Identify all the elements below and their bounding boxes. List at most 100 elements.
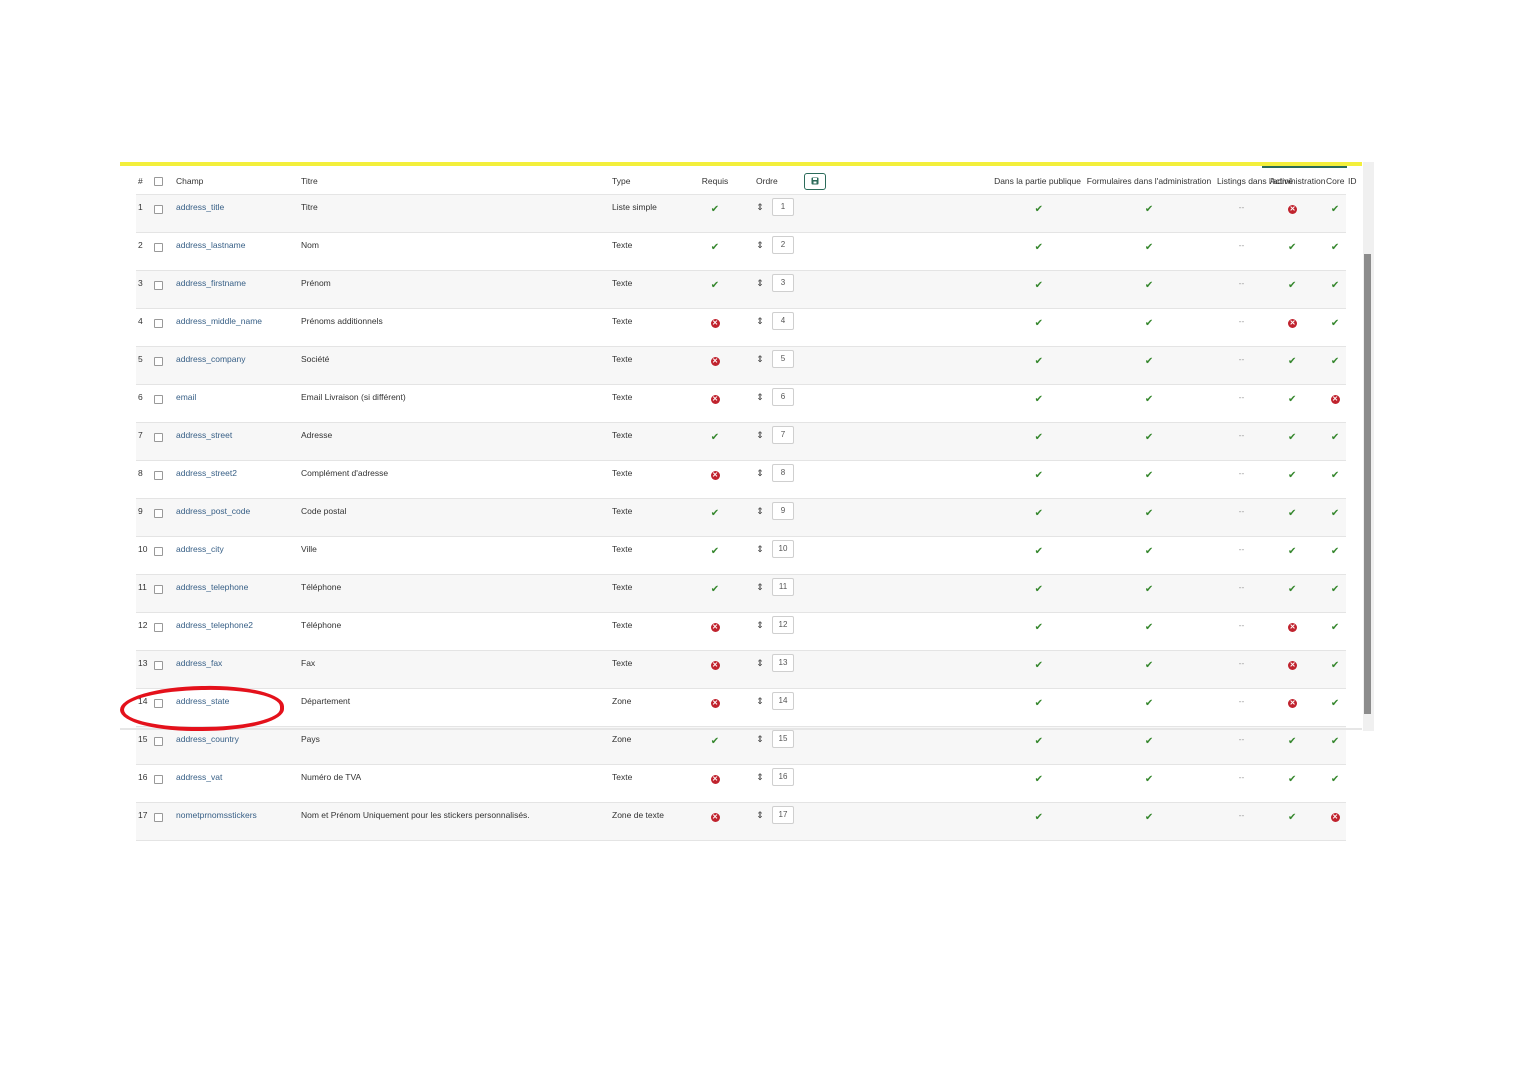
order-input[interactable]: 8 xyxy=(772,464,794,482)
check-icon[interactable]: ✔ xyxy=(1145,698,1153,709)
drag-handle-icon[interactable]: ⇕ xyxy=(754,658,766,669)
check-icon[interactable]: ✔ xyxy=(711,736,719,747)
field-name-link[interactable]: address_telephone2 xyxy=(176,620,253,630)
field-name-link[interactable]: address_street xyxy=(176,430,232,440)
row-checkbox[interactable] xyxy=(154,319,163,328)
check-icon[interactable]: ✔ xyxy=(1035,584,1043,595)
scrollbar-thumb[interactable] xyxy=(1364,254,1371,714)
row-checkbox[interactable] xyxy=(154,357,163,366)
check-icon[interactable]: ✔ xyxy=(1288,736,1296,747)
check-icon[interactable]: ✔ xyxy=(1288,774,1296,785)
check-icon[interactable]: ✔ xyxy=(1145,508,1153,519)
check-icon[interactable]: ✔ xyxy=(1145,584,1153,595)
cross-circle-icon[interactable]: ✕ xyxy=(1330,813,1340,822)
order-input[interactable]: 11 xyxy=(772,578,794,596)
cross-circle-icon[interactable]: ✕ xyxy=(710,623,720,632)
check-icon[interactable]: ✔ xyxy=(1145,242,1153,253)
order-input[interactable]: 10 xyxy=(772,540,794,558)
column-header-admin-forms[interactable]: Formulaires dans l'administration xyxy=(1083,168,1216,195)
column-header-requis[interactable]: Requis xyxy=(688,168,742,195)
check-icon[interactable]: ✔ xyxy=(1288,280,1296,291)
column-header-core[interactable]: Core xyxy=(1324,168,1347,195)
check-icon[interactable]: ✔ xyxy=(1331,698,1339,709)
drag-handle-icon[interactable]: ⇕ xyxy=(754,582,766,593)
cross-circle-icon[interactable]: ✕ xyxy=(710,661,720,670)
check-icon[interactable]: ✔ xyxy=(1331,508,1339,519)
check-icon[interactable]: ✔ xyxy=(1145,546,1153,557)
field-name-link[interactable]: address_firstname xyxy=(176,278,246,288)
row-checkbox[interactable] xyxy=(154,395,163,404)
check-icon[interactable]: ✔ xyxy=(1288,432,1296,443)
check-icon[interactable]: ✔ xyxy=(711,546,719,557)
drag-handle-icon[interactable]: ⇕ xyxy=(754,430,766,441)
row-checkbox[interactable] xyxy=(154,243,163,252)
cross-circle-icon[interactable]: ✕ xyxy=(710,395,720,404)
order-input[interactable]: 15 xyxy=(772,730,794,748)
check-icon[interactable]: ✔ xyxy=(711,242,719,253)
check-icon[interactable]: ✔ xyxy=(1145,660,1153,671)
drag-handle-icon[interactable]: ⇕ xyxy=(754,392,766,403)
check-icon[interactable]: ✔ xyxy=(1331,280,1339,291)
drag-handle-icon[interactable]: ⇕ xyxy=(754,734,766,745)
check-icon[interactable]: ✔ xyxy=(1331,660,1339,671)
check-icon[interactable]: ✔ xyxy=(711,508,719,519)
check-icon[interactable]: ✔ xyxy=(1035,622,1043,633)
check-icon[interactable]: ✔ xyxy=(1331,242,1339,253)
cross-circle-icon[interactable]: ✕ xyxy=(710,813,720,822)
check-icon[interactable]: ✔ xyxy=(1035,470,1043,481)
check-icon[interactable]: ✔ xyxy=(1035,204,1043,215)
check-icon[interactable]: ✔ xyxy=(1145,736,1153,747)
order-input[interactable]: 5 xyxy=(772,350,794,368)
row-checkbox[interactable] xyxy=(154,281,163,290)
check-icon[interactable]: ✔ xyxy=(711,432,719,443)
column-header-titre[interactable]: Titre xyxy=(299,168,610,195)
check-icon[interactable]: ✔ xyxy=(1145,812,1153,823)
check-icon[interactable]: ✔ xyxy=(1331,318,1339,329)
column-header-admin-listings[interactable]: Listings dans l'administration xyxy=(1215,168,1325,195)
cross-circle-icon[interactable]: ✕ xyxy=(1288,661,1298,670)
check-icon[interactable]: ✔ xyxy=(1035,736,1043,747)
drag-handle-icon[interactable]: ⇕ xyxy=(754,810,766,821)
row-checkbox[interactable] xyxy=(154,471,163,480)
check-icon[interactable]: ✔ xyxy=(1035,698,1043,709)
check-icon[interactable]: ✔ xyxy=(1035,432,1043,443)
check-icon[interactable]: ✔ xyxy=(1145,204,1153,215)
field-name-link[interactable]: address_telephone xyxy=(176,582,248,592)
check-icon[interactable]: ✔ xyxy=(711,280,719,291)
order-input[interactable]: 2 xyxy=(772,236,794,254)
check-icon[interactable]: ✔ xyxy=(1145,470,1153,481)
check-icon[interactable]: ✔ xyxy=(1035,812,1043,823)
check-icon[interactable]: ✔ xyxy=(1035,660,1043,671)
check-icon[interactable]: ✔ xyxy=(1288,242,1296,253)
drag-handle-icon[interactable]: ⇕ xyxy=(754,772,766,783)
check-icon[interactable]: ✔ xyxy=(1331,584,1339,595)
field-name-link[interactable]: address_fax xyxy=(176,658,222,668)
cross-circle-icon[interactable]: ✕ xyxy=(1330,395,1340,404)
order-input[interactable]: 14 xyxy=(772,692,794,710)
row-checkbox[interactable] xyxy=(154,775,163,784)
field-name-link[interactable]: email xyxy=(176,392,196,402)
row-checkbox[interactable] xyxy=(154,813,163,822)
row-checkbox[interactable] xyxy=(154,623,163,632)
row-checkbox[interactable] xyxy=(154,661,163,670)
field-name-link[interactable]: address_vat xyxy=(176,772,222,782)
order-input[interactable]: 7 xyxy=(772,426,794,444)
check-icon[interactable]: ✔ xyxy=(1331,736,1339,747)
order-input[interactable]: 3 xyxy=(772,274,794,292)
row-checkbox[interactable] xyxy=(154,737,163,746)
save-order-button[interactable] xyxy=(803,172,826,190)
drag-handle-icon[interactable]: ⇕ xyxy=(754,468,766,479)
check-icon[interactable]: ✔ xyxy=(1145,622,1153,633)
drag-handle-icon[interactable]: ⇕ xyxy=(754,278,766,289)
field-name-link[interactable]: address_middle_name xyxy=(176,316,262,326)
row-checkbox[interactable] xyxy=(154,585,163,594)
order-input[interactable]: 6 xyxy=(772,388,794,406)
order-input[interactable]: 16 xyxy=(772,768,794,786)
check-icon[interactable]: ✔ xyxy=(1035,280,1043,291)
row-checkbox[interactable] xyxy=(154,509,163,518)
column-header-public[interactable]: Dans la partie publique xyxy=(937,168,1084,195)
check-icon[interactable]: ✔ xyxy=(1331,470,1339,481)
check-icon[interactable]: ✔ xyxy=(1035,318,1043,329)
check-icon[interactable]: ✔ xyxy=(1288,584,1296,595)
cross-circle-icon[interactable]: ✕ xyxy=(710,775,720,784)
